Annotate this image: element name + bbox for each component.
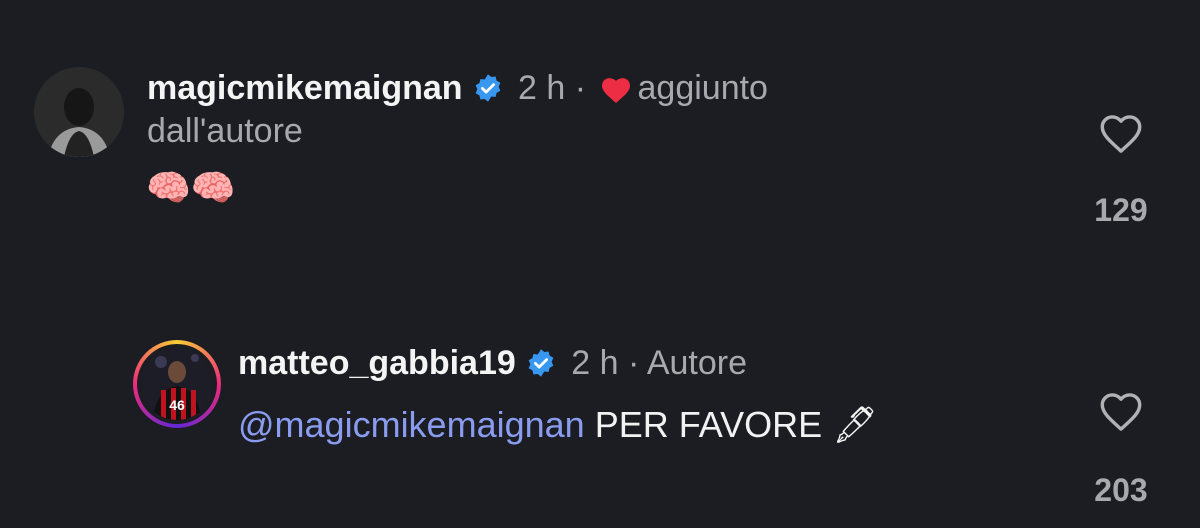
username[interactable]: matteo_gabbia19 — [238, 344, 516, 382]
like-button[interactable]: 203 — [1081, 390, 1161, 510]
avatar-magicmikemaignan[interactable] — [34, 67, 124, 157]
svg-text:46: 46 — [169, 397, 185, 413]
avatar-matteo_gabbia19[interactable]: 46 — [141, 348, 213, 420]
author-label: Autore — [646, 344, 748, 382]
heart-outline-icon[interactable] — [1098, 390, 1144, 432]
like-count: 203 — [1094, 472, 1148, 508]
reply-message: PER FAVORE — [594, 404, 823, 445]
comment-header: magicmikemaignan 2 h · aggiunto — [147, 67, 768, 113]
separator: · — [627, 344, 640, 382]
avatar-image: 46 — [141, 348, 213, 420]
avatar-image — [34, 67, 124, 157]
comment-1: magicmikemaignan 2 h · aggiunto dall'aut… — [0, 0, 1200, 260]
heart-filled-icon — [600, 71, 632, 113]
like-button[interactable]: 129 — [1081, 112, 1161, 230]
fountain-pen-icon: 🖋 — [832, 404, 878, 445]
timestamp: 2 h — [518, 69, 566, 107]
mention-link[interactable]: @magicmikemaignan — [238, 404, 585, 445]
separator: · — [574, 69, 587, 107]
added-by-label-cont: dall'autore — [147, 112, 303, 150]
verified-badge-icon — [473, 71, 503, 113]
comment-text: 🧠🧠 — [146, 167, 236, 208]
added-by-label: aggiunto — [637, 69, 768, 107]
verified-badge-icon — [526, 346, 556, 388]
reply-text: @magicmikemaignan PER FAVORE 🖋 — [238, 403, 878, 447]
username[interactable]: magicmikemaignan — [147, 69, 463, 107]
timestamp: 2 h — [571, 344, 619, 382]
like-count: 129 — [1094, 192, 1148, 228]
heart-outline-icon[interactable] — [1098, 112, 1144, 154]
reply-header: matteo_gabbia19 2 h · Autore — [238, 342, 747, 388]
